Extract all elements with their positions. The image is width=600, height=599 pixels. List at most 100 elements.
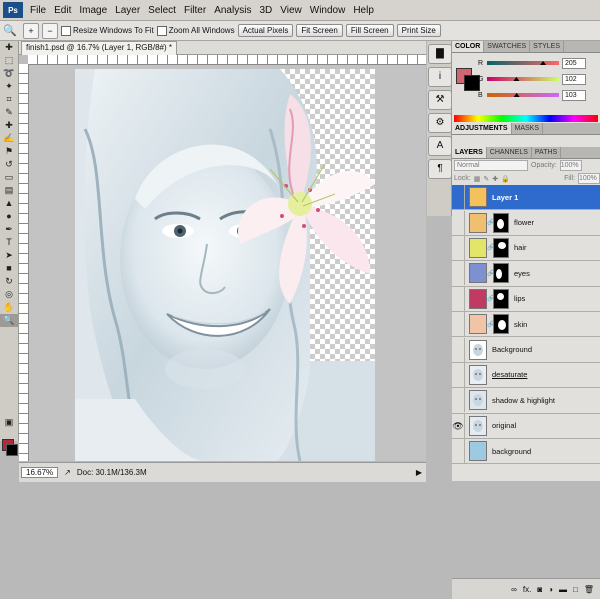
- menu-image[interactable]: Image: [75, 5, 111, 16]
- character-icon[interactable]: A: [428, 136, 452, 156]
- menu-3d[interactable]: 3D: [255, 5, 276, 16]
- paragraph-icon[interactable]: ¶: [428, 159, 452, 179]
- tab-adjustments[interactable]: ADJUSTMENTS: [452, 123, 512, 134]
- zoom-out-icon[interactable]: −: [42, 22, 58, 39]
- gradient-tool-icon[interactable]: ▤: [0, 184, 18, 197]
- histogram-icon[interactable]: ▇: [428, 44, 452, 64]
- fit-screen-button[interactable]: Fit Screen: [296, 24, 343, 37]
- stamp-tool-icon[interactable]: ⚑: [0, 145, 18, 158]
- layer-row-layer-1[interactable]: Layer 1: [452, 185, 600, 211]
- tab-layers[interactable]: LAYERS: [452, 147, 487, 158]
- layer-row-desaturate[interactable]: desaturate: [452, 362, 600, 389]
- zoom-all-windows-checkbox[interactable]: Zoom All Windows: [156, 25, 235, 36]
- layer-row-hair[interactable]: 🔗 hair: [452, 235, 600, 262]
- color-spectrum-bar[interactable]: [454, 115, 598, 122]
- quick-select-tool-icon[interactable]: ✦: [0, 80, 18, 93]
- adjustment-layer-icon[interactable]: ◑: [548, 585, 553, 594]
- document-tab[interactable]: finish1.psd @ 16.7% (Layer 1, RGB/8#) *: [21, 41, 177, 55]
- type-tool-icon[interactable]: T: [0, 236, 18, 249]
- info-icon[interactable]: i: [428, 67, 452, 87]
- fill-input[interactable]: 100%: [578, 173, 600, 184]
- 3d-rotate-tool-icon[interactable]: ↻: [0, 275, 18, 288]
- lock-transparent-icon[interactable]: ▦: [474, 175, 481, 183]
- layer-mask-thumbnail[interactable]: [493, 314, 509, 335]
- layer-row-lips[interactable]: 🔗 lips: [452, 286, 600, 312]
- canvas-area[interactable]: [29, 65, 426, 461]
- shape-tool-icon[interactable]: ■: [0, 262, 18, 275]
- visibility-eye-icon[interactable]: [452, 337, 465, 362]
- menu-select[interactable]: Select: [144, 5, 180, 16]
- blur-tool-icon[interactable]: ▲: [0, 197, 18, 210]
- layer-row-original[interactable]: 👁 original: [452, 413, 600, 439]
- dodge-tool-icon[interactable]: ●: [0, 210, 18, 223]
- eyedropper-tool-icon[interactable]: ✎: [0, 106, 18, 119]
- layer-row-background[interactable]: background: [452, 438, 600, 465]
- tab-color[interactable]: COLOR: [452, 41, 485, 52]
- tab-channels[interactable]: CHANNELS: [487, 147, 532, 158]
- add-mask-icon[interactable]: ◙: [537, 585, 542, 594]
- layer-mask-thumbnail[interactable]: [493, 288, 509, 309]
- resize-windows-checkbox[interactable]: Resize Windows To Fit: [61, 25, 154, 36]
- canvas-image[interactable]: [75, 69, 375, 461]
- new-group-icon[interactable]: ▬: [559, 585, 567, 594]
- quick-mask-icon[interactable]: ▣: [0, 416, 18, 429]
- menu-window[interactable]: Window: [306, 5, 350, 16]
- zoom-level-field[interactable]: 16.67%: [21, 467, 59, 478]
- lock-position-icon[interactable]: ✚: [492, 175, 498, 183]
- export-icon[interactable]: ↗: [64, 468, 71, 477]
- lasso-tool-icon[interactable]: ➰: [0, 67, 18, 80]
- marquee-tool-icon[interactable]: ⬚: [0, 54, 18, 67]
- new-layer-icon[interactable]: □: [573, 585, 578, 594]
- actual-pixels-button[interactable]: Actual Pixels: [237, 24, 294, 37]
- brush-tool-icon[interactable]: ✍: [0, 132, 18, 145]
- zoom-tool-icon[interactable]: 🔍: [0, 314, 18, 327]
- blue-slider[interactable]: [487, 93, 559, 97]
- path-select-tool-icon[interactable]: ➤: [0, 249, 18, 262]
- crop-tool-icon[interactable]: ⌗: [0, 93, 18, 106]
- layer-row-eyes[interactable]: 🔗 eyes: [452, 261, 600, 287]
- visibility-eye-icon[interactable]: [452, 286, 465, 311]
- menu-file[interactable]: File: [26, 5, 50, 16]
- hand-tool-icon[interactable]: ✋: [0, 301, 18, 314]
- layer-row-background[interactable]: Background: [452, 337, 600, 363]
- visibility-eye-icon[interactable]: [452, 388, 465, 413]
- layer-style-fx-icon[interactable]: fx.: [523, 585, 531, 594]
- visibility-eye-icon[interactable]: [452, 235, 465, 260]
- visibility-eye-icon[interactable]: [452, 185, 465, 210]
- opacity-input[interactable]: 100%: [559, 160, 582, 171]
- visibility-eye-icon[interactable]: [452, 362, 465, 387]
- layer-mask-thumbnail[interactable]: [493, 212, 509, 233]
- visibility-eye-icon[interactable]: [452, 439, 465, 464]
- layer-row-shadow-highlight[interactable]: shadow & highlight: [452, 388, 600, 414]
- history-brush-tool-icon[interactable]: ↺: [0, 158, 18, 171]
- print-size-button[interactable]: Print Size: [396, 24, 441, 37]
- visibility-eye-icon[interactable]: 👁: [452, 413, 465, 438]
- layer-mask-thumbnail[interactable]: [493, 263, 509, 284]
- 3d-orbit-tool-icon[interactable]: ◎: [0, 288, 18, 301]
- fill-screen-button[interactable]: Fill Screen: [345, 24, 394, 37]
- lock-all-icon[interactable]: 🔒: [501, 175, 510, 183]
- visibility-eye-icon[interactable]: [452, 312, 465, 337]
- layer-row-skin[interactable]: 🔗 skin: [452, 311, 600, 338]
- tab-masks[interactable]: MASKS: [512, 123, 544, 134]
- visibility-eye-icon[interactable]: [452, 210, 465, 235]
- blend-mode-select[interactable]: Normal: [454, 160, 528, 171]
- status-menu-arrow-icon[interactable]: ▶: [416, 468, 422, 477]
- tab-styles[interactable]: STYLES: [530, 41, 565, 52]
- healing-tool-icon[interactable]: ✚: [0, 119, 18, 132]
- delete-layer-icon[interactable]: 🗑: [584, 585, 594, 594]
- menu-analysis[interactable]: Analysis: [210, 5, 255, 16]
- menu-filter[interactable]: Filter: [180, 5, 210, 16]
- menu-layer[interactable]: Layer: [111, 5, 144, 16]
- green-slider[interactable]: [487, 77, 559, 81]
- eraser-tool-icon[interactable]: ▭: [0, 171, 18, 184]
- tool-presets-icon[interactable]: ⚒: [428, 90, 452, 110]
- move-tool-icon[interactable]: ✚: [0, 41, 18, 54]
- blue-value-input[interactable]: 103: [562, 89, 586, 101]
- link-layers-icon[interactable]: ∞: [511, 585, 517, 594]
- menu-edit[interactable]: Edit: [50, 5, 75, 16]
- red-value-input[interactable]: 205: [562, 57, 586, 69]
- tab-paths[interactable]: PATHS: [532, 147, 562, 158]
- lock-pixels-icon[interactable]: ✎: [483, 175, 489, 183]
- background-color-swatch[interactable]: [6, 444, 18, 456]
